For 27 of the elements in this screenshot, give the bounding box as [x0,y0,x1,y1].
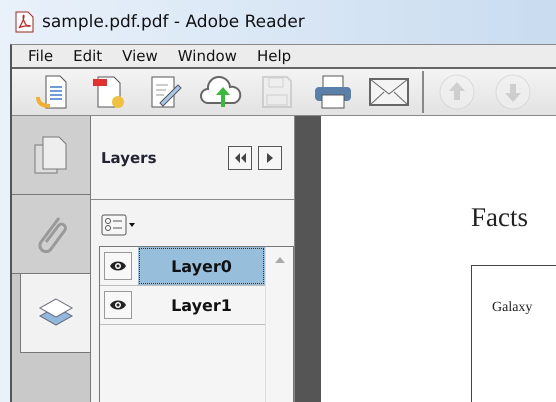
window-title: sample.pdf.pdf - Adobe Reader [42,12,305,32]
list-options-icon [101,214,135,236]
double-left-arrow-icon [234,152,246,162]
menu-item[interactable]: Edit [65,45,110,67]
options-button[interactable] [101,214,137,236]
layer-item[interactable]: Layer0 [138,247,265,285]
eye-icon [109,299,127,311]
printer-icon [312,73,354,111]
eye-icon [109,260,127,272]
envelope-icon [368,76,410,108]
pages-icon [33,135,69,175]
visibility-toggle[interactable] [104,291,132,319]
side-tab[interactable] [12,116,90,195]
menu-item[interactable]: View [114,45,166,67]
right-arrow-icon [266,152,274,162]
visibility-toggle[interactable] [104,252,132,280]
expand-button[interactable] [258,146,282,170]
collapse-button[interactable] [228,146,252,170]
layer-item[interactable]: Layer1 [138,286,265,324]
menu-item[interactable]: File [20,45,62,67]
document-heading: Facts [471,202,529,233]
table-cell-text: Galaxy [492,300,532,315]
side-tab[interactable] [20,274,90,353]
menu-item[interactable]: Help [248,45,300,67]
panel-title: Layers [101,148,156,166]
menu-item[interactable]: Window [170,45,245,67]
pdf-file-icon [14,11,34,33]
